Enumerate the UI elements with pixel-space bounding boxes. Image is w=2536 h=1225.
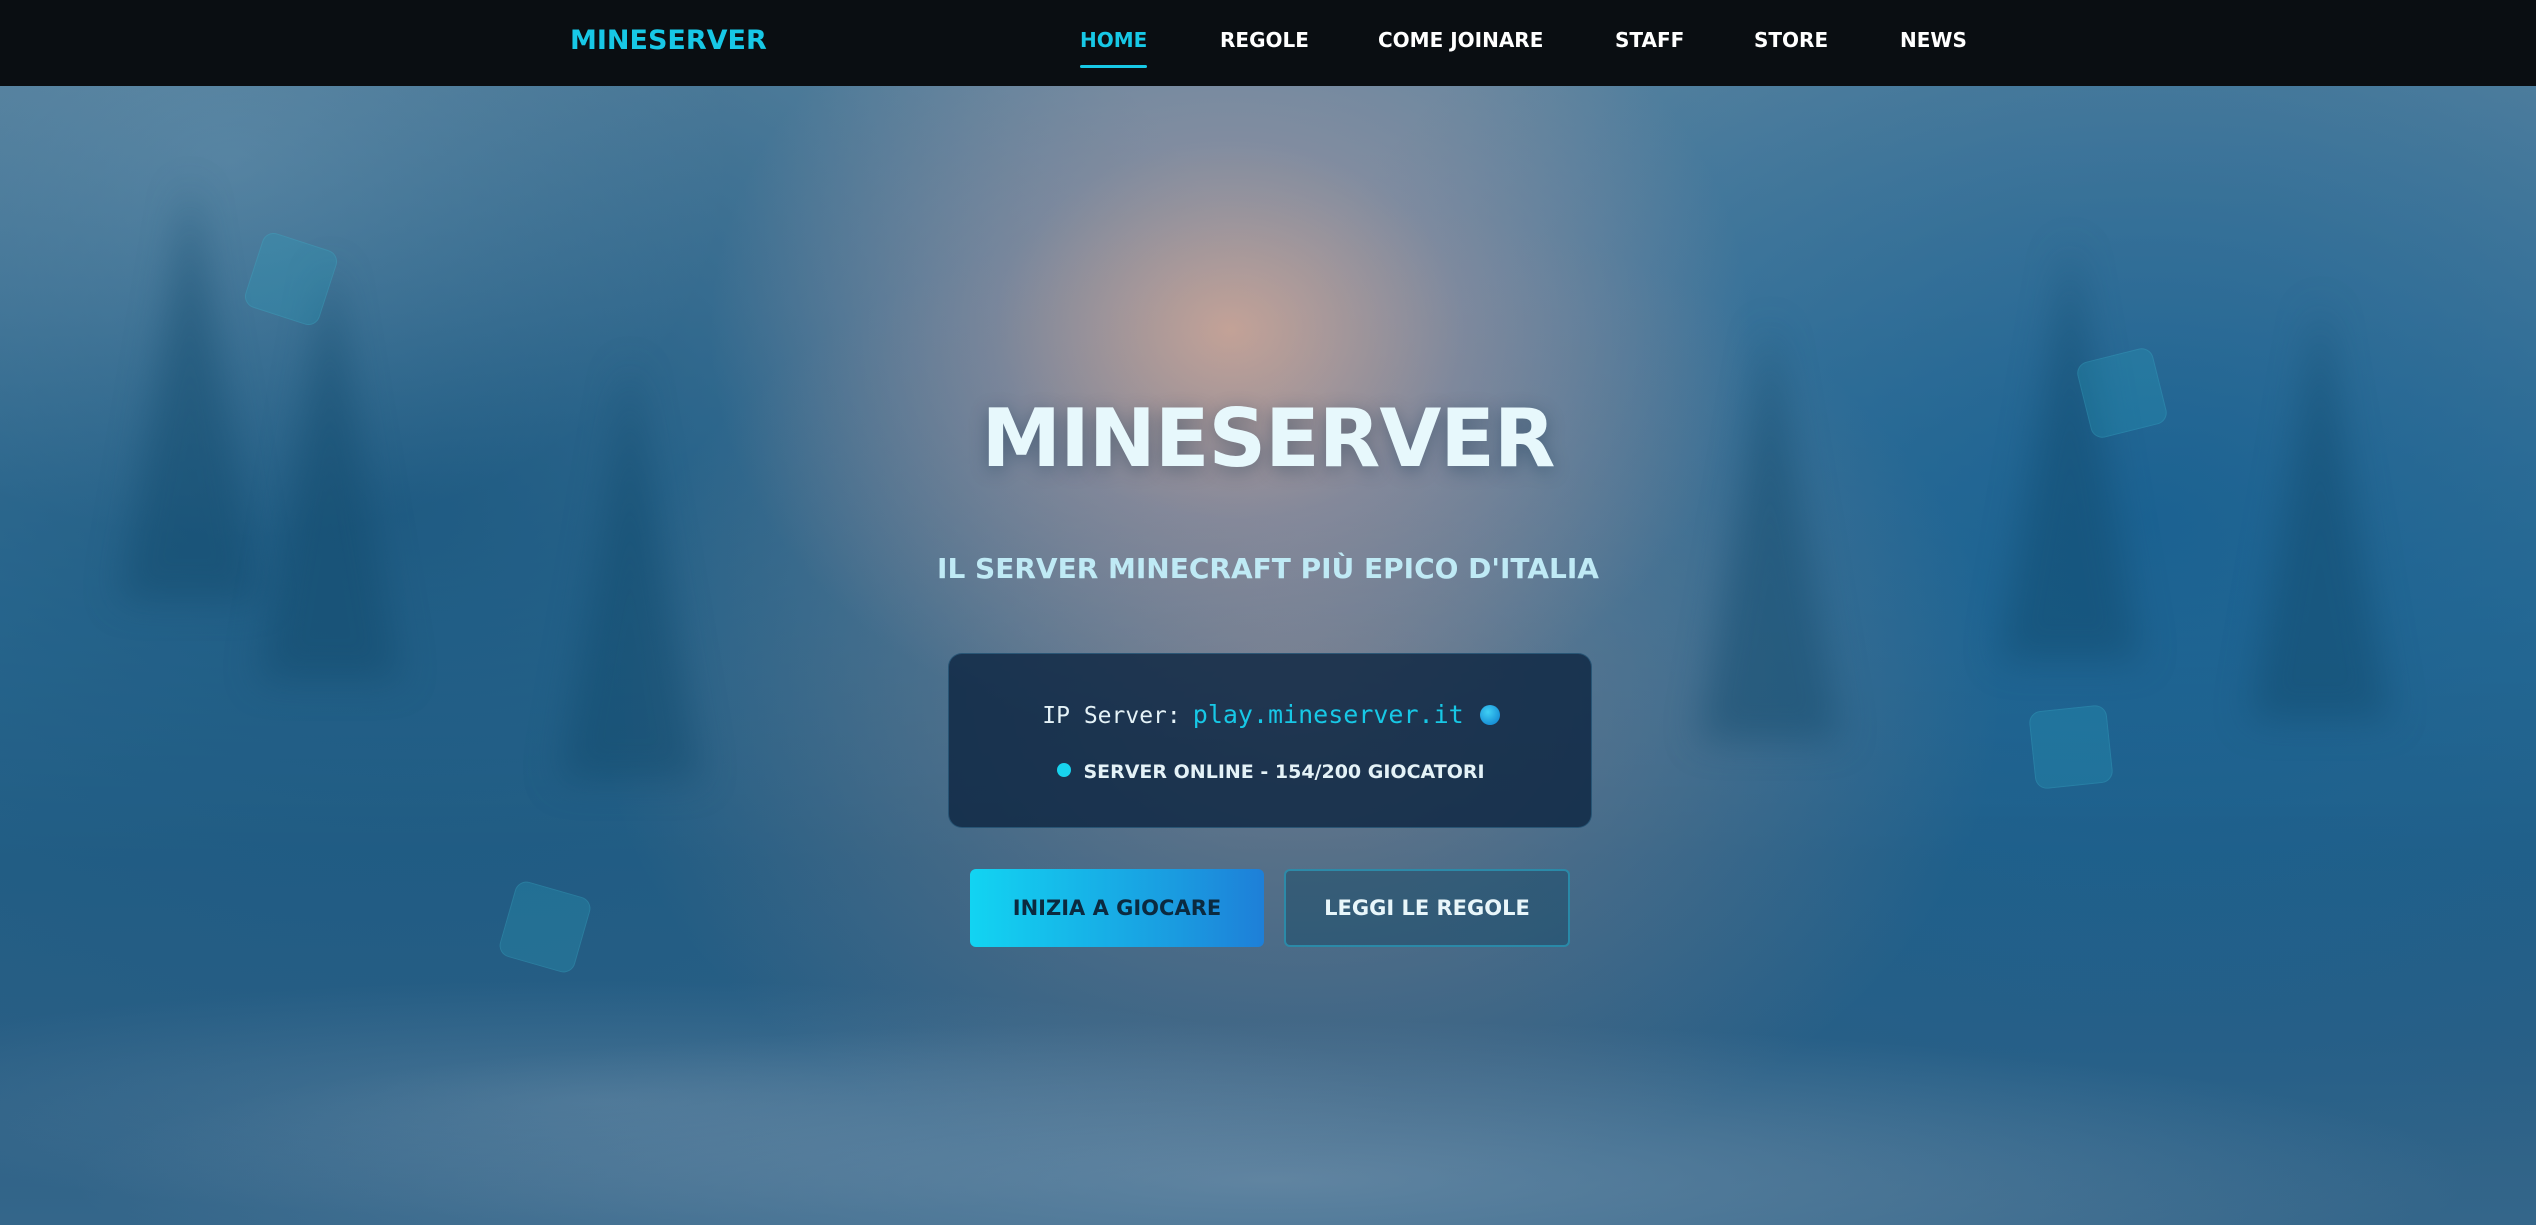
server-ip-value[interactable]: play.mineserver.it [1193,700,1464,729]
nav-link-store[interactable]: STORE [1754,28,1828,52]
top-navbar: MINESERVER HOME REGOLE COME JOINARE STAF… [0,0,2536,86]
start-playing-button[interactable]: INIZIA A GIOCARE [970,869,1264,947]
nav-link-label: STORE [1754,28,1829,52]
active-underline [1080,65,1148,68]
nav-link-label: COME JOINARE [1378,28,1544,52]
nav-link-label: REGOLE [1220,28,1309,52]
floating-cube [2028,704,2114,790]
nav-link-regole[interactable]: REGOLE [1220,28,1309,52]
nav-link-label: HOME [1080,28,1148,52]
server-ip-card: IP Server: play.mineserver.it SERVER ONLI… [948,653,1592,828]
server-status-text: SERVER ONLINE - 154/200 GIOCATORI [1083,761,1485,783]
server-ip-label: IP Server: [1042,703,1181,729]
nav-link-staff[interactable]: STAFF [1615,28,1684,52]
hero-subtitle: IL SERVER MINECRAFT PIÙ EPICO D'ITALIA [937,552,1599,585]
nav-link-home[interactable]: HOME [1080,28,1148,68]
background-tree [1700,320,1840,740]
copy-dot-icon[interactable] [1479,705,1500,725]
read-rules-label: LEGGI LE REGOLE [1324,896,1530,920]
server-status: SERVER ONLINE - 154/200 GIOCATORI [949,761,1593,783]
background-tree [120,180,260,600]
background-tree [2250,300,2390,720]
start-playing-label: INIZIA A GIOCARE [1012,896,1222,920]
nav-link-come-joinare[interactable]: COME JOINARE [1378,28,1543,52]
online-dot-icon [1057,763,1072,777]
nav-link-news[interactable]: NEWS [1900,28,1967,52]
server-ip-row: IP Server: play.mineserver.it [949,700,1593,729]
read-rules-button[interactable]: LEGGI LE REGOLE [1284,869,1570,947]
nav-link-label: NEWS [1900,28,1967,52]
site-logo[interactable]: MINESERVER [570,25,767,56]
hero-title: MINESERVER [981,392,1555,485]
page: MINESERVER HOME REGOLE COME JOINARE STAF… [0,0,2536,1225]
nav-link-label: STAFF [1615,28,1685,52]
